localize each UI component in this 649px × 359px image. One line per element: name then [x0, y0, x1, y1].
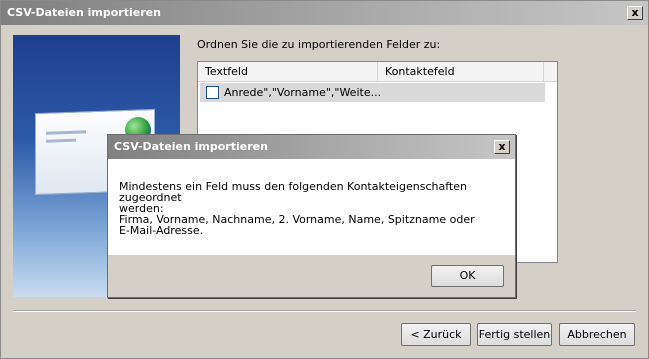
list-item[interactable]: Anrede","Vorname","Weite...: [200, 83, 545, 102]
dialog-body: Mindestens ein Feld muss den folgenden K…: [108, 159, 515, 255]
dialog-title: CSV-Dateien importieren: [114, 140, 268, 153]
dialog-titlebar[interactable]: CSV-Dateien importieren x: [108, 135, 515, 159]
list-header: Textfeld Kontaktefeld: [198, 62, 557, 82]
field-checkbox[interactable]: [206, 86, 219, 99]
close-icon: x: [631, 6, 639, 19]
column-header-textfeld[interactable]: Textfeld: [198, 62, 378, 82]
error-dialog: CSV-Dateien importieren x Mindestens ein…: [107, 134, 516, 298]
ok-button[interactable]: OK: [431, 265, 504, 287]
window-close-button[interactable]: x: [627, 6, 643, 20]
instruction-text: Ordnen Sie die zu importierenden Felder …: [197, 38, 441, 51]
cancel-button[interactable]: Abbrechen: [559, 323, 635, 346]
dialog-message: Mindestens ein Feld muss den folgenden K…: [119, 180, 475, 237]
back-button[interactable]: < Zurück: [401, 323, 471, 346]
window-title: CSV-Dateien importieren: [7, 6, 161, 19]
finish-button[interactable]: Fertig stellen: [477, 323, 552, 346]
column-header-kontaktefeld[interactable]: Kontaktefeld: [378, 62, 544, 82]
separator: [13, 310, 636, 312]
window-titlebar[interactable]: CSV-Dateien importieren x: [1, 1, 648, 25]
close-icon: x: [498, 140, 506, 153]
list-item-text: Anrede","Vorname","Weite...: [224, 86, 382, 99]
dialog-close-button[interactable]: x: [494, 140, 510, 154]
